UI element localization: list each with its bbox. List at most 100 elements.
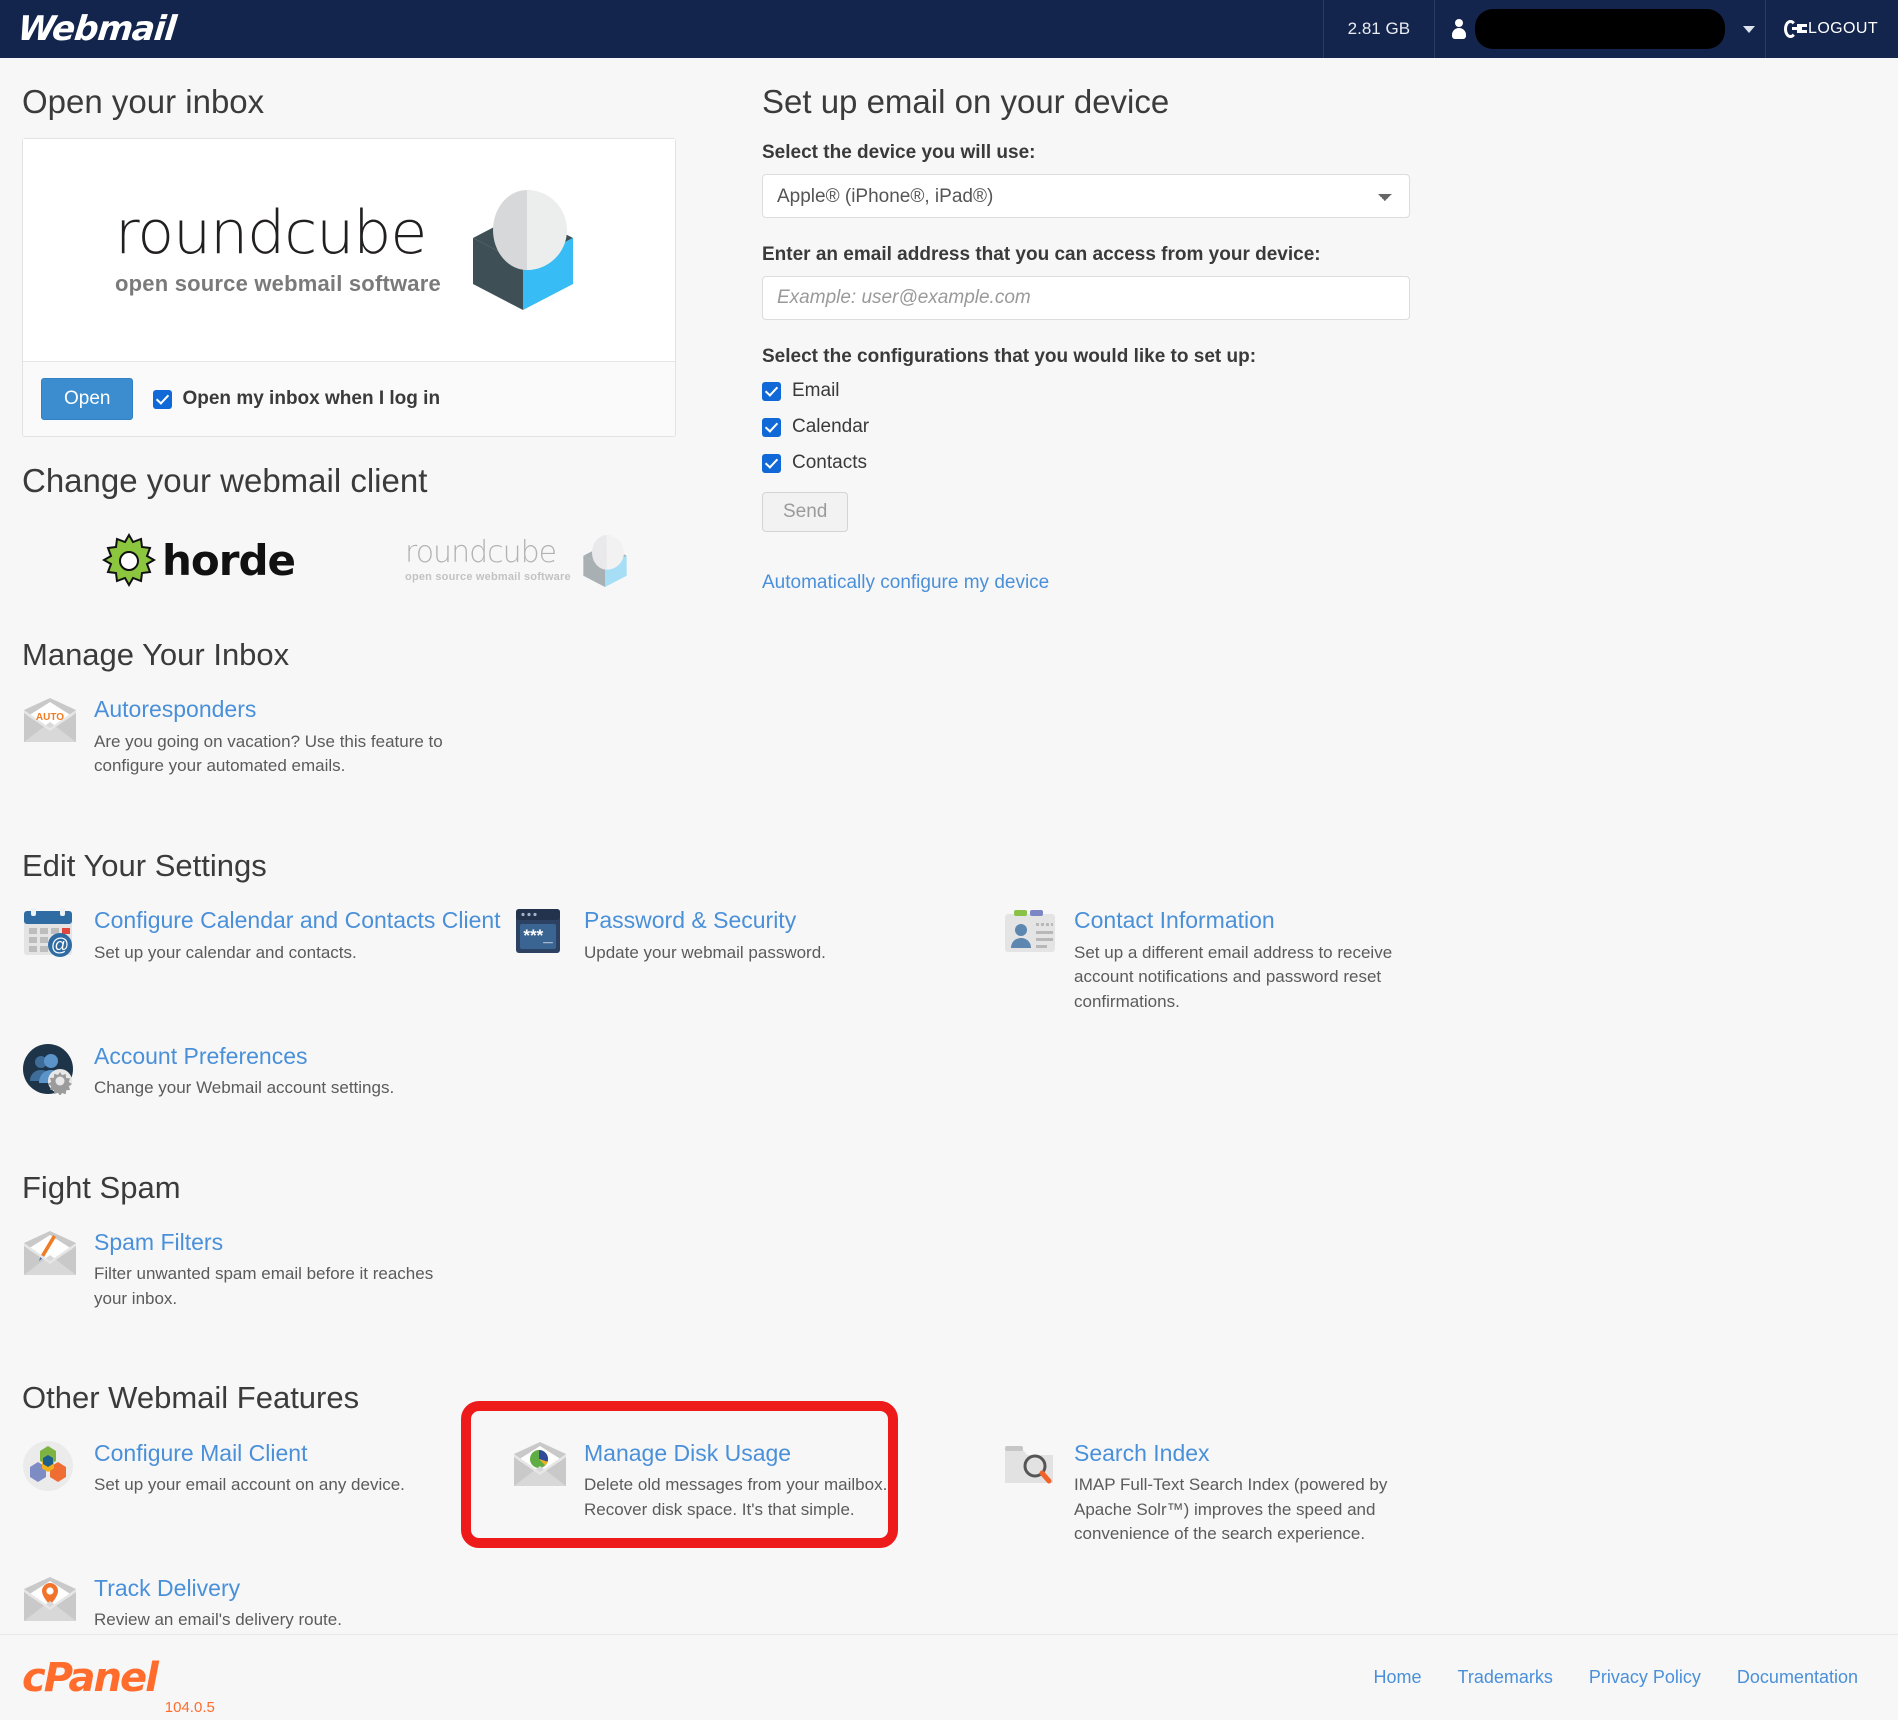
- roundcube-logo: roundcube open source webmail software: [23, 139, 675, 362]
- tile-spam-filters[interactable]: Spam Filters Filter unwanted spam email …: [22, 1227, 512, 1312]
- cpanel-version: 104.0.5: [164, 1699, 215, 1716]
- email-input-label: Enter an email address that you can acce…: [762, 244, 1321, 266]
- config-item-contacts[interactable]: Contacts: [762, 452, 1462, 474]
- hex-cluster-icon: [22, 1438, 78, 1547]
- config-label-email: Email: [792, 380, 840, 402]
- webmail-client-options: horde roundcube open source webmail soft…: [22, 518, 762, 590]
- tile-desc-contact-information: Set up a different email address to rece…: [1074, 942, 1393, 1011]
- config-checkbox-contacts[interactable]: [762, 453, 781, 473]
- tile-desc-manage-disk-usage: Delete old messages from your mailbox. R…: [584, 1474, 888, 1519]
- device-select[interactable]: Apple® (iPhone®, iPad®): [762, 174, 1410, 219]
- device-select-label: Select the device you will use:: [762, 142, 1036, 164]
- calendar-at-icon: @: [22, 905, 78, 1014]
- user-menu[interactable]: [1434, 0, 1765, 58]
- tile-search-index[interactable]: Search Index IMAP Full-Text Search Index…: [1002, 1438, 1492, 1547]
- folder-search-icon: [1002, 1438, 1058, 1547]
- tile-track-delivery[interactable]: Track Delivery Review an email's deliver…: [22, 1573, 512, 1633]
- tiles-edit-settings: @ Configure Calendar and Contacts Client…: [22, 905, 1876, 1126]
- footer-link-documentation[interactable]: Documentation: [1737, 1667, 1858, 1688]
- envelope-auto-icon: AUTO: [22, 694, 78, 779]
- tile-title-search-index[interactable]: Search Index: [1074, 1440, 1434, 1466]
- config-checkbox-email[interactable]: [762, 381, 781, 401]
- config-item-calendar[interactable]: Calendar: [762, 416, 1462, 438]
- auto-configure-link[interactable]: Automatically configure my device: [762, 572, 1049, 594]
- tile-body: Configure Mail Client Set up your email …: [94, 1438, 405, 1547]
- email-input[interactable]: [762, 276, 1410, 321]
- tile-configure-mail-client[interactable]: Configure Mail Client Set up your email …: [22, 1438, 512, 1547]
- roundcube-small-cube-icon: [583, 534, 627, 587]
- tile-title-spam-filters[interactable]: Spam Filters: [94, 1229, 454, 1255]
- config-checkbox-calendar[interactable]: [762, 417, 781, 437]
- masthead: Webmail 2.81 GB LOGOUT: [0, 0, 1898, 58]
- roundcube-tagline: open source webmail software: [115, 271, 441, 297]
- tile-manage-disk-usage[interactable]: Manage Disk Usage Delete old messages fr…: [512, 1438, 1002, 1547]
- contact-card-icon: [1002, 905, 1058, 1014]
- configurations-label: Select the configurations that you would…: [762, 346, 1257, 368]
- tiles-other-features: Configure Mail Client Set up your email …: [22, 1438, 1876, 1659]
- open-on-login-checkbox[interactable]: [153, 389, 173, 409]
- tile-body: Search Index IMAP Full-Text Search Index…: [1074, 1438, 1434, 1547]
- tile-title-contact-information[interactable]: Contact Information: [1074, 907, 1434, 933]
- tile-body: Contact Information Set up a different e…: [1074, 905, 1434, 1014]
- tile-autoresponders[interactable]: AUTO Autoresponders Are you going on vac…: [22, 694, 512, 779]
- tile-title-configure-mail-client[interactable]: Configure Mail Client: [94, 1440, 405, 1466]
- section-heading-other-features: Other Webmail Features: [22, 1380, 360, 1416]
- open-on-login-label: Open my inbox when I log in: [182, 388, 441, 410]
- config-label-contacts: Contacts: [792, 452, 867, 474]
- footer-link-trademarks[interactable]: Trademarks: [1458, 1667, 1553, 1688]
- left-column: Open your inbox roundcube open source we…: [22, 58, 762, 594]
- horde-gear-icon: [101, 532, 157, 587]
- envelope-piechart-icon: [512, 1438, 568, 1547]
- logout-icon: [1784, 20, 1803, 38]
- chevron-down-icon[interactable]: [1743, 25, 1756, 33]
- open-inbox-heading: Open your inbox: [22, 83, 265, 120]
- webmail-brand-logo: Webmail: [15, 9, 178, 49]
- roundcube-small-tagline: open source webmail software: [405, 571, 571, 584]
- open-on-login-row[interactable]: Open my inbox when I log in: [153, 388, 440, 410]
- tile-title-autoresponders[interactable]: Autoresponders: [94, 696, 454, 722]
- cpanel-logo: cPanel: [22, 1654, 159, 1701]
- tile-account-preferences[interactable]: Account Preferences Change your Webmail …: [22, 1041, 512, 1101]
- setup-email-heading: Set up email on your device: [762, 83, 1170, 120]
- inbox-card-footer: Open Open my inbox when I log in: [23, 361, 675, 437]
- tile-title-track-delivery[interactable]: Track Delivery: [94, 1575, 342, 1601]
- tile-contact-information[interactable]: Contact Information Set up a different e…: [1002, 905, 1492, 1014]
- roundcube-small-wordmark: roundcube: [405, 535, 557, 571]
- svg-text:AUTO: AUTO: [36, 712, 64, 723]
- tile-desc-autoresponders: Are you going on vacation? Use this feat…: [94, 731, 443, 776]
- page-content: Open your inbox roundcube open source we…: [0, 58, 1898, 1659]
- tile-title-account-preferences[interactable]: Account Preferences: [94, 1043, 394, 1069]
- config-label-calendar: Calendar: [792, 416, 870, 438]
- tile-body: Account Preferences Change your Webmail …: [94, 1041, 394, 1101]
- tile-password-security[interactable]: ***_ Password & Security Update your web…: [512, 905, 1002, 1014]
- tile-desc-search-index: IMAP Full-Text Search Index (powered by …: [1074, 1474, 1388, 1544]
- tile-title-configure-calendar-contacts[interactable]: Configure Calendar and Contacts Client: [94, 907, 501, 933]
- footer-link-home[interactable]: Home: [1374, 1667, 1422, 1688]
- send-button[interactable]: Send: [762, 492, 849, 533]
- footer-link-privacy-policy[interactable]: Privacy Policy: [1589, 1667, 1701, 1688]
- roundcube-cube-icon: [472, 190, 573, 311]
- tiles-fight-spam: Spam Filters Filter unwanted spam email …: [22, 1227, 1876, 1338]
- config-item-email[interactable]: Email: [762, 380, 1462, 402]
- svg-text:***_: ***_: [523, 926, 553, 945]
- tile-body: Autoresponders Are you going on vacation…: [94, 694, 454, 779]
- username-redacted: [1475, 9, 1726, 49]
- inbox-card: roundcube open source webmail software O…: [22, 138, 676, 438]
- client-option-horde[interactable]: horde: [100, 532, 296, 590]
- tile-title-password-security[interactable]: Password & Security: [584, 907, 826, 933]
- tile-desc-password-security: Update your webmail password.: [584, 942, 826, 962]
- password-window-icon: ***_: [512, 905, 568, 1014]
- client-option-roundcube[interactable]: roundcube open source webmail software: [405, 533, 631, 589]
- logout-button[interactable]: LOGOUT: [1765, 0, 1898, 58]
- tile-desc-configure-calendar-contacts: Set up your calendar and contacts.: [94, 942, 357, 962]
- envelope-feather-icon: [22, 1227, 78, 1312]
- users-gear-icon: [22, 1041, 78, 1101]
- tile-body: Track Delivery Review an email's deliver…: [94, 1573, 342, 1633]
- right-column: Set up email on your device Select the d…: [762, 58, 1462, 594]
- tile-configure-calendar-contacts[interactable]: @ Configure Calendar and Contacts Client…: [22, 905, 512, 1014]
- open-inbox-button[interactable]: Open: [41, 378, 134, 421]
- section-heading-edit-settings: Edit Your Settings: [22, 848, 267, 884]
- footer: cPanel 104.0.5 Home Trademarks Privacy P…: [0, 1634, 1898, 1720]
- tile-body: Configure Calendar and Contacts Client S…: [94, 905, 501, 1014]
- tile-title-manage-disk-usage[interactable]: Manage Disk Usage: [584, 1440, 944, 1466]
